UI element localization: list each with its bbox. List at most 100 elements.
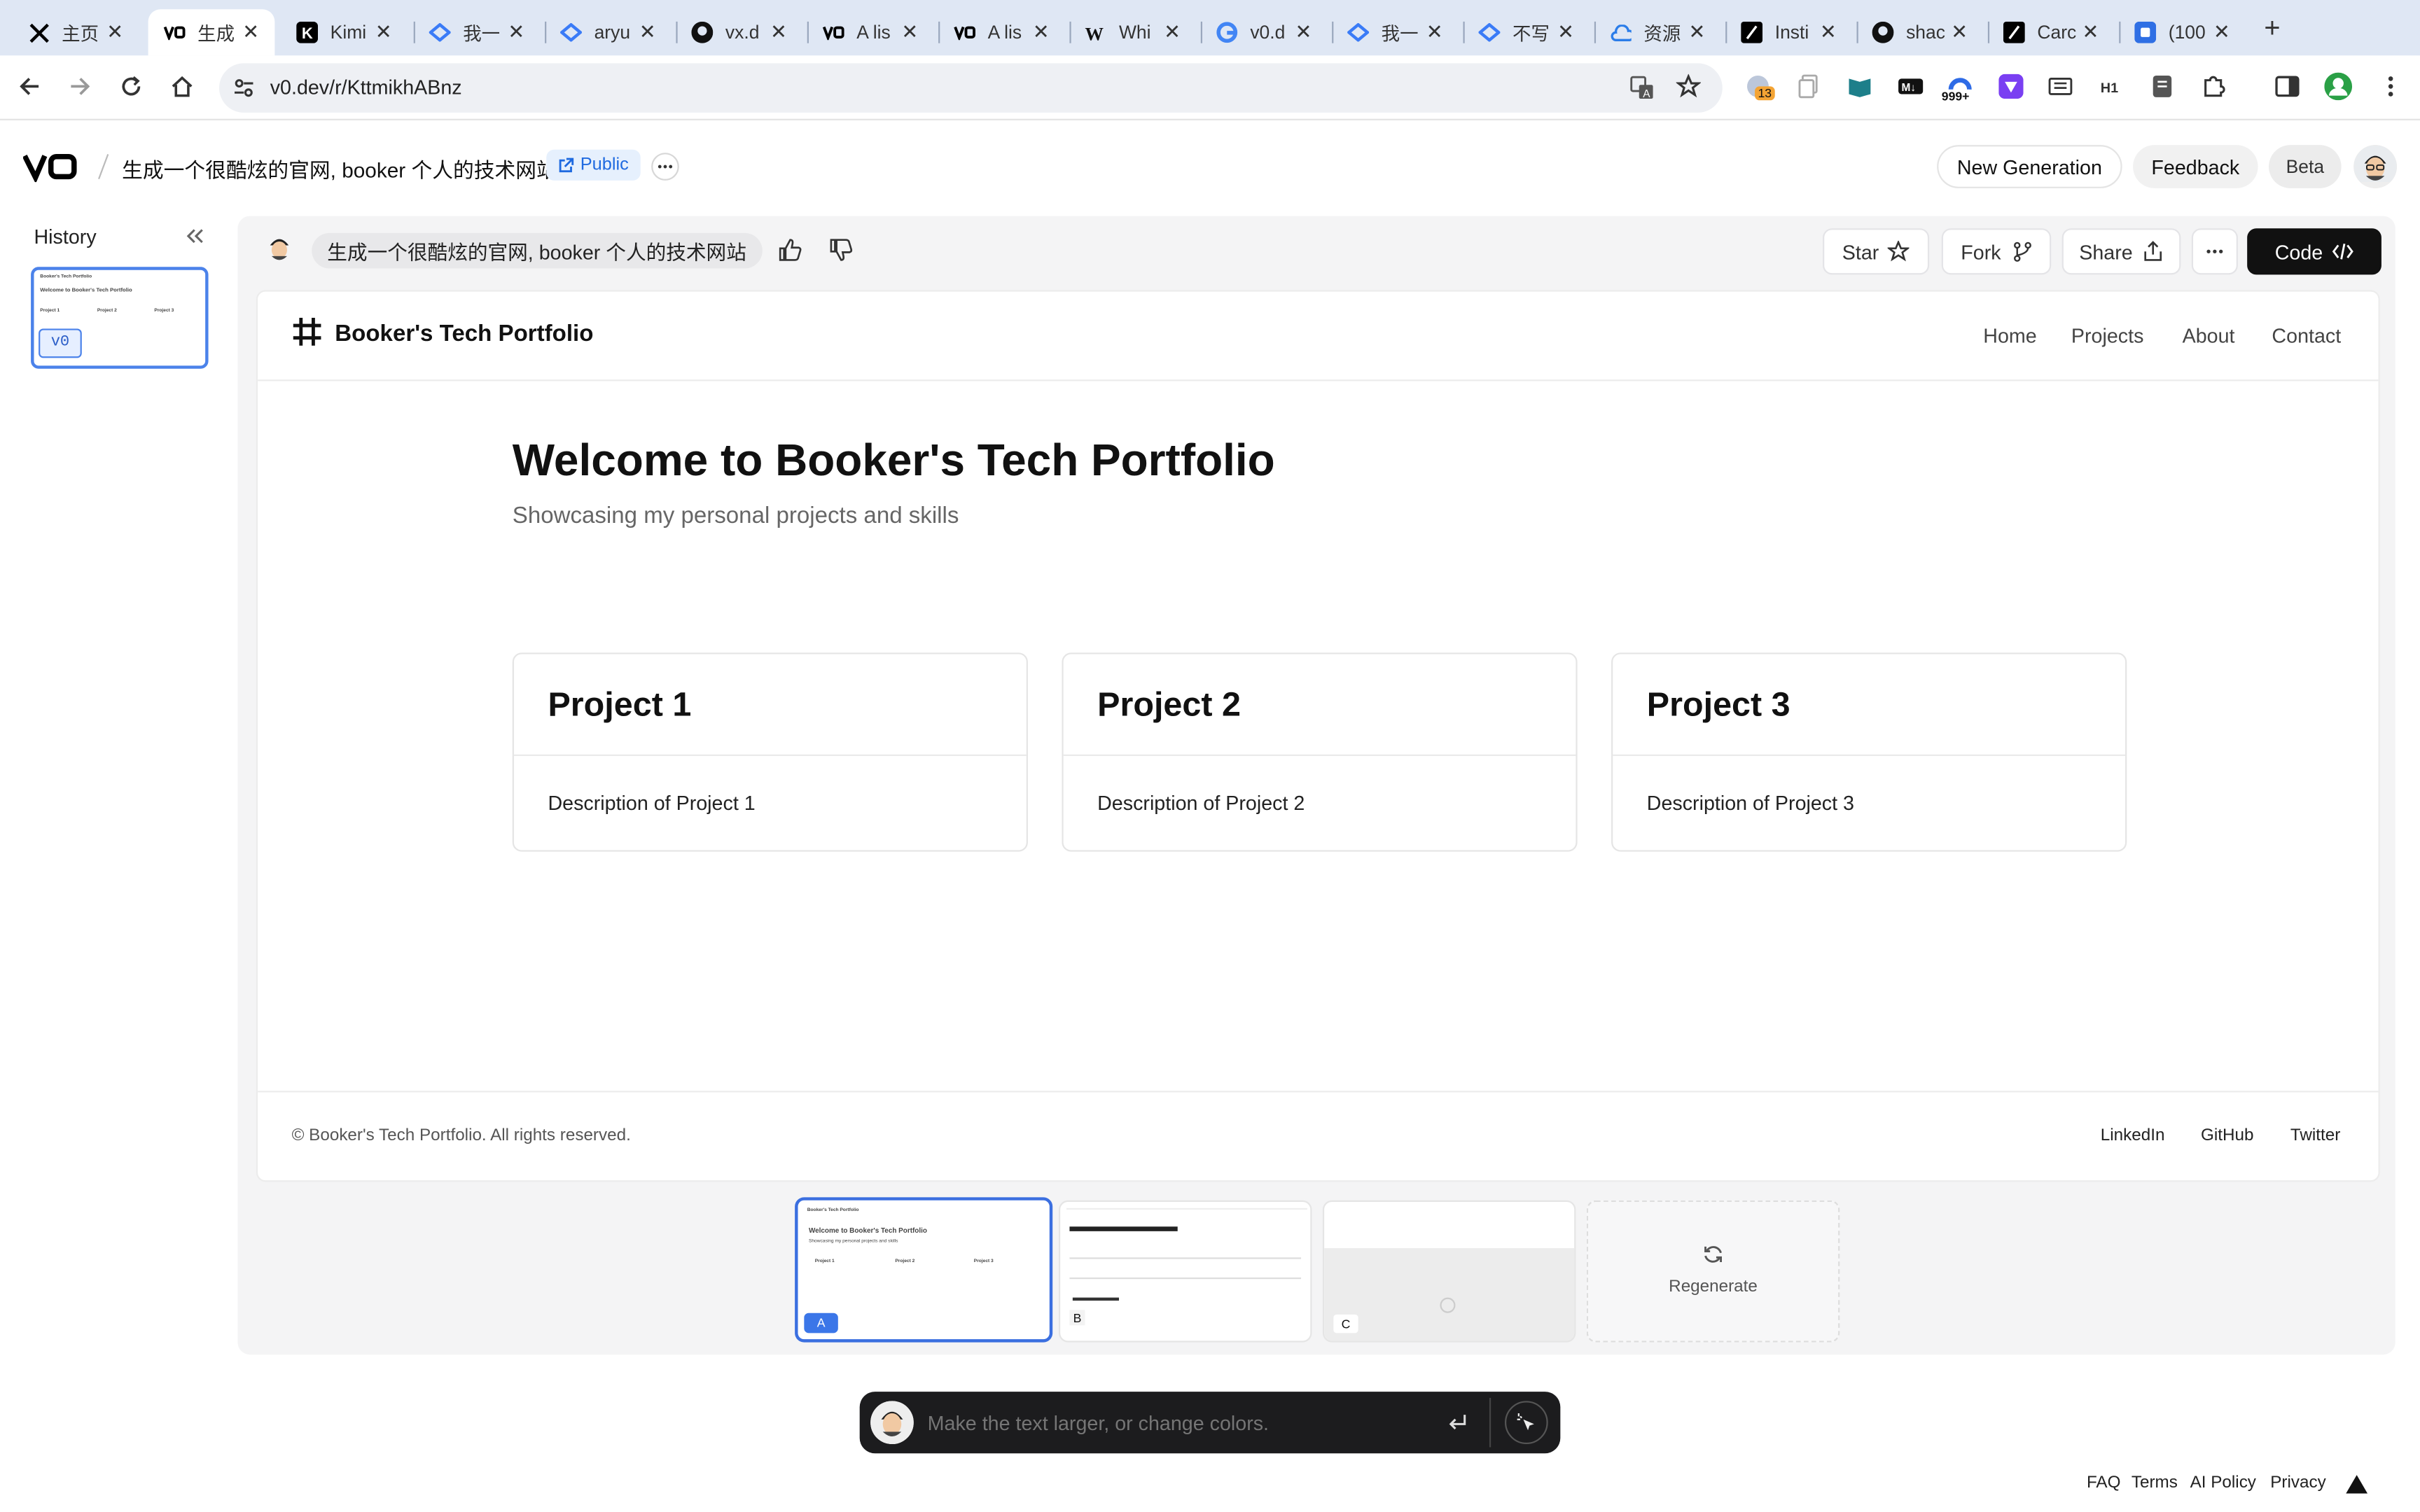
new-generation-button[interactable]: New Generation: [1937, 145, 2122, 188]
footer-privacy[interactable]: Privacy: [2270, 1474, 2325, 1492]
feedback-button[interactable]: Feedback: [2133, 145, 2258, 188]
tab-12[interactable]: 资源 ✕: [1594, 9, 1721, 55]
thumbs-down-icon[interactable]: [829, 237, 854, 262]
footer-twitter[interactable]: Twitter: [2290, 1126, 2340, 1144]
v0-logo-icon[interactable]: [23, 151, 78, 183]
code-button[interactable]: Code: [2247, 228, 2381, 275]
regenerate-button[interactable]: Regenerate: [1586, 1200, 1840, 1343]
tab-11[interactable]: 不写 ✕: [1463, 9, 1590, 55]
close-icon[interactable]: ✕: [639, 20, 656, 45]
tab-0[interactable]: 主页 ✕: [13, 9, 139, 55]
close-icon[interactable]: ✕: [375, 20, 392, 45]
heading-icon[interactable]: H1: [2099, 74, 2124, 99]
forward-icon[interactable]: [68, 74, 92, 99]
puzzle-icon[interactable]: [2201, 74, 2225, 99]
footer-faq[interactable]: FAQ: [2087, 1474, 2121, 1492]
nav-home[interactable]: Home: [1983, 324, 2036, 347]
back-icon[interactable]: [17, 74, 41, 99]
select-element-button[interactable]: [1504, 1401, 1548, 1445]
variant-a-thumbnail[interactable]: Booker's Tech Portfolio Welcome to Booke…: [795, 1197, 1053, 1343]
close-icon[interactable]: ✕: [1820, 20, 1837, 45]
tab-14[interactable]: shac ✕: [1857, 9, 1984, 55]
close-icon[interactable]: ✕: [770, 20, 787, 45]
tab-8[interactable]: W Whi ✕: [1069, 9, 1196, 55]
fork-button[interactable]: Fork: [1941, 228, 2052, 275]
close-icon[interactable]: ✕: [242, 20, 259, 45]
footer-linkedin[interactable]: LinkedIn: [2101, 1126, 2165, 1144]
close-icon[interactable]: ✕: [1426, 20, 1443, 45]
new-tab-icon[interactable]: +: [2264, 13, 2280, 45]
footer-terms[interactable]: Terms: [2132, 1474, 2178, 1492]
tab-15[interactable]: Carc ✕: [1988, 9, 2115, 55]
public-badge[interactable]: Public: [546, 149, 641, 181]
project-card[interactable]: Project 3 Description of Project 3: [1611, 652, 2127, 852]
close-icon[interactable]: ✕: [1164, 20, 1181, 45]
address-bar[interactable]: v0.dev/r/KttmikhABnz A: [218, 63, 1723, 113]
close-icon[interactable]: ✕: [2082, 20, 2099, 45]
nav-about[interactable]: About: [2183, 324, 2235, 347]
close-icon[interactable]: ✕: [1557, 20, 1574, 45]
tab-7[interactable]: A lis ✕: [938, 9, 1065, 55]
footer-github[interactable]: GitHub: [2201, 1126, 2253, 1144]
tab-3[interactable]: 我一 ✕: [414, 9, 541, 55]
project-card[interactable]: Project 1 Description of Project 1: [512, 652, 1028, 852]
tab-4[interactable]: aryu ✕: [545, 9, 672, 55]
thumbs-up-icon[interactable]: [778, 237, 802, 262]
close-icon[interactable]: ✕: [1688, 20, 1705, 45]
collapse-sidebar-icon[interactable]: [185, 227, 203, 245]
menu-kebab-icon[interactable]: [2379, 74, 2403, 99]
vercel-logo-icon[interactable]: [2346, 1475, 2368, 1494]
translate-icon[interactable]: A: [1630, 76, 1655, 100]
close-icon[interactable]: ✕: [1295, 20, 1312, 45]
nav-contact[interactable]: Contact: [2272, 324, 2341, 347]
hero-subheading: Showcasing my personal projects and skil…: [512, 503, 959, 530]
tab-13[interactable]: Insti ✕: [1725, 9, 1852, 55]
markdown-icon[interactable]: M↓: [1898, 74, 1924, 99]
nav-projects[interactable]: Projects: [2071, 324, 2144, 347]
tab-10[interactable]: 我一 ✕: [1332, 9, 1459, 55]
tab-2[interactable]: K Kimi ✕: [281, 9, 408, 55]
history-thumbnail[interactable]: Booker's Tech Portfolio Welcome to Booke…: [31, 267, 209, 369]
variant-c-thumbnail[interactable]: C: [1322, 1200, 1576, 1343]
prompt-input[interactable]: [927, 1404, 1421, 1441]
close-icon[interactable]: ✕: [508, 20, 524, 45]
book-icon[interactable]: [1847, 74, 1872, 99]
close-icon[interactable]: ✕: [2213, 20, 2230, 45]
reload-icon[interactable]: [119, 74, 144, 99]
close-icon[interactable]: ✕: [106, 20, 123, 45]
enter-icon[interactable]: [1446, 1412, 1468, 1434]
tab-1[interactable]: 生成 ✕: [148, 9, 275, 56]
more-actions-button[interactable]: [2191, 228, 2238, 275]
tab-title: 我一: [1381, 22, 1419, 44]
star-button[interactable]: Star: [1823, 228, 1930, 275]
reader-icon[interactable]: [2048, 74, 2073, 99]
footer-ai-policy[interactable]: AI Policy: [2190, 1474, 2256, 1492]
app-header: 生成一个很酷炫的官网, booker 个人的技术网站 Public New Ge…: [0, 120, 2420, 210]
copy-icon[interactable]: [1797, 74, 1821, 99]
tab-9[interactable]: v0.d ✕: [1201, 9, 1328, 55]
profile-icon[interactable]: [2324, 72, 2353, 101]
regenerate-label: Regenerate: [1669, 1277, 1758, 1296]
site-settings-icon[interactable]: [233, 77, 255, 99]
project-card[interactable]: Project 2 Description of Project 2: [1062, 652, 1578, 852]
tab-6[interactable]: A lis ✕: [807, 9, 934, 55]
project-title: 生成一个很酷炫的官网, booker 个人的技术网站: [122, 159, 557, 183]
tab-16[interactable]: (100 ✕: [2119, 9, 2246, 55]
side-panel-icon[interactable]: [2275, 74, 2300, 99]
home-icon[interactable]: [169, 74, 194, 99]
tab-title: 生成: [197, 22, 235, 44]
doc-extension-icon[interactable]: [2150, 74, 2174, 99]
variant-b-thumbnail[interactable]: B: [1059, 1200, 1312, 1343]
share-button[interactable]: Share: [2061, 228, 2181, 275]
user-avatar[interactable]: [2353, 145, 2397, 188]
bookmark-star-icon[interactable]: [1676, 74, 1701, 99]
fork-label: Fork: [1961, 239, 2001, 263]
purple-extension-icon[interactable]: [1998, 74, 2024, 99]
close-icon[interactable]: ✕: [901, 20, 918, 45]
generation-canvas: 生成一个很酷炫的官网, booker 个人的技术网站 Star Fork Sha…: [237, 216, 2395, 1355]
close-icon[interactable]: ✕: [1033, 20, 1050, 45]
more-options-button[interactable]: [651, 153, 679, 181]
close-icon[interactable]: ✕: [1951, 20, 1968, 45]
site-brand[interactable]: Booker's Tech Portfolio: [335, 321, 593, 346]
tab-5[interactable]: vx.d ✕: [676, 9, 802, 55]
